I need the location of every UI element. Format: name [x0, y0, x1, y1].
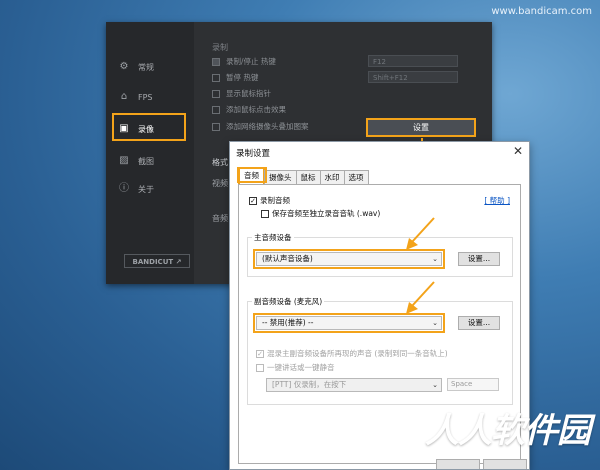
tab-mouse[interactable]: 鼠标 [295, 170, 321, 184]
chevron-down-icon: ⌄ [432, 381, 438, 389]
option-label: 添加网络摄像头叠加图案 [226, 122, 309, 131]
primary-settings-button[interactable]: 设置... [458, 252, 500, 266]
checkmark-icon: ✓ [256, 349, 264, 358]
option-click-effect[interactable]: 添加鼠标点击效果 [212, 104, 286, 115]
bandicut-button[interactable]: BANDICUT ↗ [124, 254, 190, 268]
save-separate-track-checkbox[interactable]: 保存音频至独立录音音轨 (.wav) [261, 208, 380, 219]
tab-options[interactable]: 选项 [343, 170, 369, 184]
highlight-audio-tab [237, 167, 267, 183]
option-label: 显示鼠标指针 [226, 89, 271, 98]
dialog-title: 录制设置 [236, 149, 271, 159]
record-audio-checkbox[interactable]: ✓ 录制音频 [249, 195, 290, 206]
sidebar-item-label: 关于 [138, 184, 154, 194]
option-webcam-overlay[interactable]: 添加网络摄像头叠加图案 [212, 121, 309, 132]
sidebar-item-about[interactable]: ⓘ 关于 [112, 178, 192, 200]
sidebar-item-label: FPS [138, 92, 153, 102]
watermark-url: www.bandicam.com [491, 6, 592, 17]
checkbox[interactable] [212, 57, 220, 66]
checkbox[interactable] [212, 122, 220, 131]
option-pause-hotkey[interactable]: 暂停 热键 [212, 72, 258, 83]
secondary-settings-button[interactable]: 设置... [458, 316, 500, 330]
sidebar-item-label: 常规 [138, 62, 154, 72]
secondary-device-select[interactable]: -- 禁用(推荐) -- ⌄ [253, 313, 445, 333]
group-title: 主音频设备 [252, 232, 294, 243]
chevron-down-icon: ⌄ [432, 255, 438, 263]
tab-webcam[interactable]: 摄像头 [264, 170, 297, 184]
record-hotkey-field[interactable]: F12 [368, 55, 458, 67]
pause-hotkey-field[interactable]: Shift+F12 [368, 71, 458, 83]
audio-label: 音频 [212, 214, 228, 223]
checkbox-label: 混录主副音频设备所再现的声音 (录制到同一条音轨上) [267, 349, 448, 358]
gear-icon: ⚙ [119, 61, 129, 72]
video-label: 视频 [212, 179, 228, 188]
checkbox-label: 一键讲话或一键静音 [267, 363, 335, 372]
sidebar-item-label: 截图 [138, 156, 154, 166]
fps-icon: ⌂ [120, 91, 128, 102]
secondary-audio-group: 副音频设备 (麦克风) -- 禁用(推荐) -- ⌄ 设置... ✓ 混录主副音… [247, 296, 513, 405]
option-record-hotkey[interactable]: 录制/停止 热键 [212, 56, 276, 67]
checkbox-label: 录制音频 [260, 196, 290, 205]
checkbox-label: 保存音频至独立录音音轨 (.wav) [272, 209, 381, 218]
info-icon: ⓘ [119, 183, 129, 194]
close-icon[interactable]: ✕ [513, 144, 523, 158]
option-show-cursor[interactable]: 显示鼠标指针 [212, 88, 271, 99]
checkbox[interactable] [212, 73, 220, 82]
option-label: 暂停 热键 [226, 73, 259, 82]
settings-button[interactable]: 设置 [366, 118, 476, 137]
sidebar-item-general[interactable]: ⚙ 常规 [112, 56, 192, 78]
highlight-video-tab [112, 113, 186, 141]
tab-watermark[interactable]: 水印 [319, 170, 345, 184]
arrow-to-primary-icon [406, 217, 435, 250]
chevron-down-icon: ⌄ [432, 319, 438, 327]
sidebar-item-image[interactable]: ▨ 截图 [112, 150, 192, 172]
arrow-to-secondary-icon [406, 281, 435, 314]
checkbox[interactable] [212, 89, 220, 98]
sidebar: ⚙ 常规 ⌂ FPS ▣ 录像 ▨ 截图 ⓘ 关于 BANDICUT ↗ [106, 22, 194, 284]
ptt-mode-select[interactable]: [PTT] 仅录制，在按下 ⌄ [266, 378, 442, 392]
option-label: 录制/停止 热键 [226, 57, 276, 66]
primary-device-select[interactable]: (默认声音设备) ⌄ [253, 249, 445, 269]
cancel-button[interactable] [483, 459, 527, 469]
push-to-talk-checkbox[interactable]: 一键讲话或一键静音 [256, 362, 335, 373]
format-label: 格式 [212, 158, 228, 167]
ptt-key-field[interactable]: Space [447, 378, 499, 391]
primary-audio-group: 主音频设备 (默认声音设备) ⌄ 设置... [247, 232, 513, 277]
help-link[interactable]: [ 帮助 ] [484, 195, 510, 206]
sidebar-item-fps[interactable]: ⌂ FPS [112, 86, 192, 108]
mix-audio-checkbox[interactable]: ✓ 混录主副音频设备所再现的声音 (录制到同一条音轨上) [256, 348, 448, 359]
image-icon: ▨ [119, 155, 129, 166]
checkmark-icon: ✓ [249, 196, 257, 205]
group-title: 副音频设备 (麦克风) [252, 296, 325, 307]
ok-button[interactable] [436, 459, 480, 469]
section-title: 录制 [212, 43, 228, 52]
site-logo: 人人软件园 [425, 411, 591, 451]
option-label: 添加鼠标点击效果 [226, 105, 286, 114]
checkbox[interactable] [212, 105, 220, 114]
